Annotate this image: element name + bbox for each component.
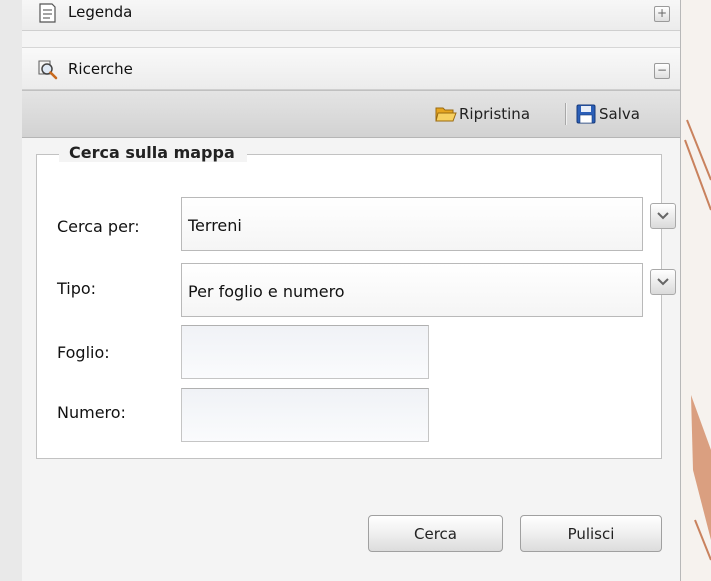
cerca-per-combo[interactable]: Terreni xyxy=(181,197,676,251)
open-folder-icon xyxy=(435,107,457,122)
ripristina-label: Ripristina xyxy=(459,105,531,123)
map-road-stroke xyxy=(684,119,711,561)
chevron-down-icon[interactable] xyxy=(650,203,676,229)
salva-button[interactable]: Salva xyxy=(575,103,640,125)
foglio-input[interactable] xyxy=(182,326,428,378)
numero-label: Numero: xyxy=(57,403,126,422)
panel-toolbar: Ripristina Salva xyxy=(22,90,680,138)
collapse-toggle-icon[interactable]: − xyxy=(654,63,670,79)
foglio-label: Foglio: xyxy=(57,343,110,362)
fieldset-legend: Cerca sulla mappa xyxy=(59,143,247,162)
tipo-value: Per foglio e numero xyxy=(188,282,345,301)
floppy-disk-icon xyxy=(576,104,596,124)
document-icon xyxy=(39,3,56,23)
accordion-header-ricerche[interactable]: Ricerche − xyxy=(22,47,680,90)
cerca-button[interactable]: Cerca xyxy=(368,515,503,552)
search-fieldset: Cerca sulla mappa Cerca per: Terreni Tip… xyxy=(36,143,676,459)
expand-toggle-icon[interactable]: + xyxy=(654,6,670,22)
search-magnifier-icon xyxy=(38,60,58,80)
numero-input[interactable] xyxy=(182,389,428,441)
tipo-combo[interactable]: Per foglio e numero xyxy=(181,263,676,317)
search-form-area: Cerca sulla mappa Cerca per: Terreni Tip… xyxy=(22,138,680,581)
numero-field[interactable] xyxy=(181,388,429,442)
app-window: Legenda + Ricerche − Ripristina Salva Ce… xyxy=(0,0,711,581)
accordion-label-ricerche: Ricerche xyxy=(68,60,133,78)
chevron-down-icon[interactable] xyxy=(650,269,676,295)
pulisci-button[interactable]: Pulisci xyxy=(520,515,662,552)
toolbar-separator xyxy=(565,103,567,125)
salva-label: Salva xyxy=(599,105,640,123)
accordion-header-legenda[interactable]: Legenda + xyxy=(22,0,680,31)
left-frame xyxy=(0,0,23,581)
ripristina-button[interactable]: Ripristina xyxy=(435,103,530,125)
cerca-per-label: Cerca per: xyxy=(57,217,140,236)
accordion-label-legenda: Legenda xyxy=(68,3,133,21)
foglio-field[interactable] xyxy=(181,325,429,379)
cerca-per-value: Terreni xyxy=(188,216,242,235)
tipo-label: Tipo: xyxy=(57,279,97,298)
